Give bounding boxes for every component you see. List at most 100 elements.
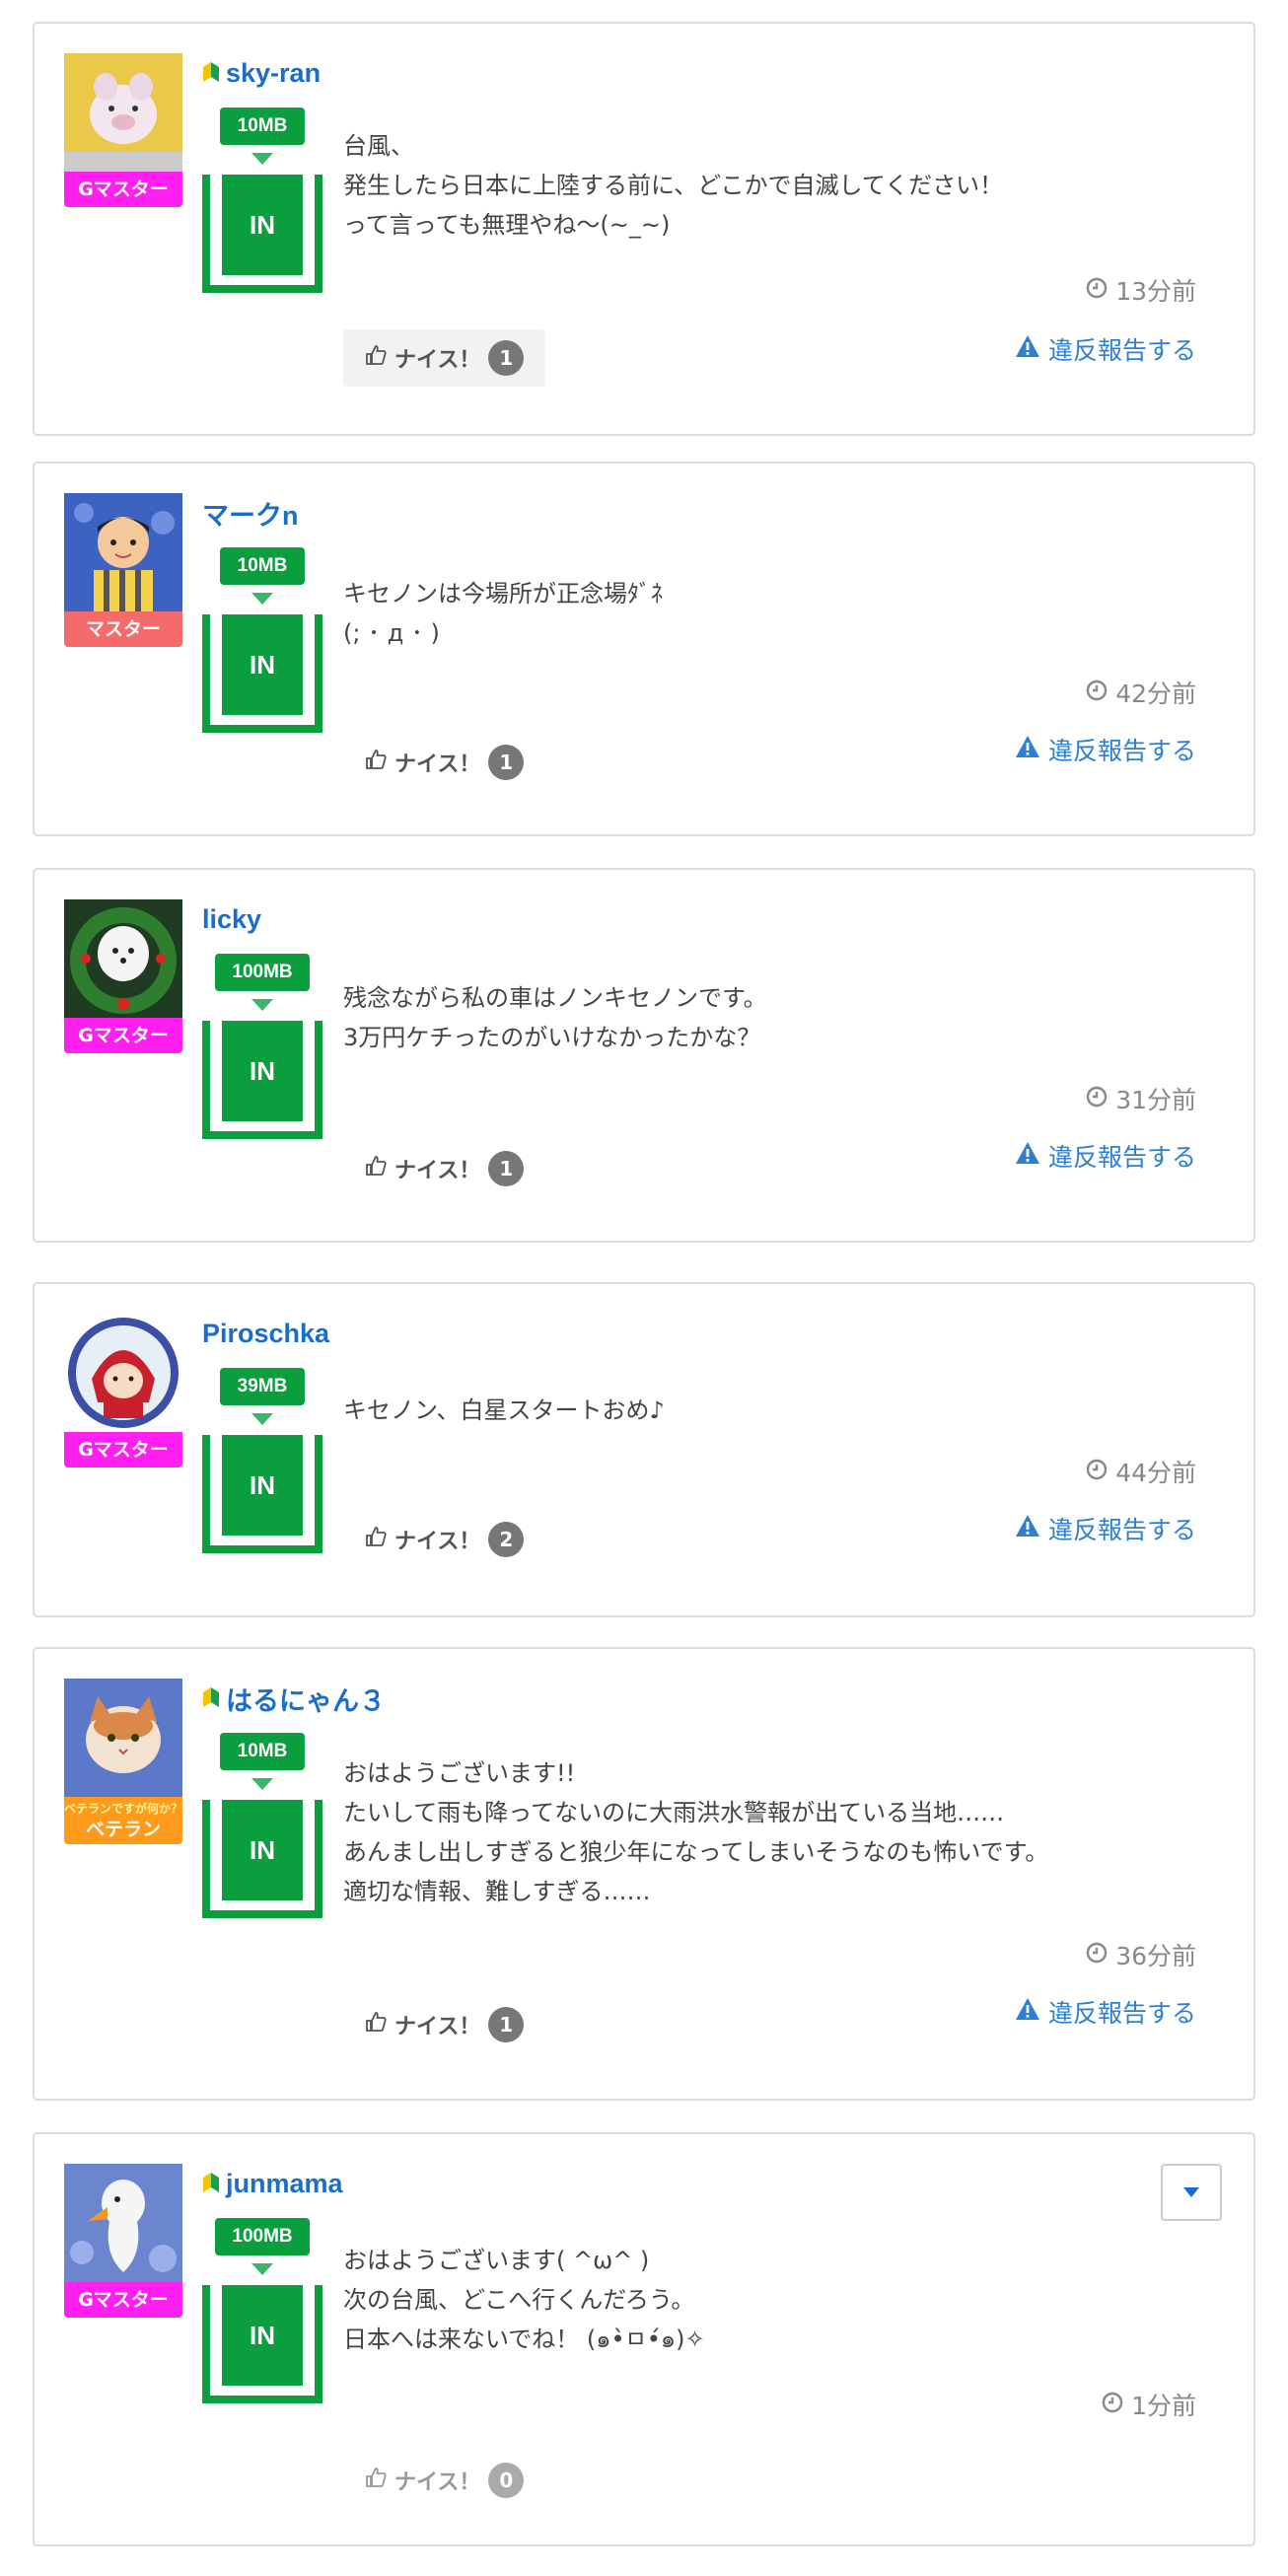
in-label: IN xyxy=(222,1021,303,1121)
meter-arrow-icon xyxy=(251,999,273,1011)
report-link[interactable]: 違反報告する xyxy=(1015,732,1196,767)
warning-icon xyxy=(1015,1514,1040,1543)
time-text: 44分前 xyxy=(1115,1459,1196,1487)
nice-button[interactable]: ナイス！ 1 xyxy=(343,734,545,791)
body-line: 発生したら日本に上陸する前に、どこかで自滅してください！ xyxy=(343,172,1004,199)
data-meter: 10MB IN xyxy=(202,547,322,733)
warning-icon xyxy=(1015,334,1040,364)
nice-button[interactable]: ナイス！ 1 xyxy=(343,1996,545,2053)
in-box: IN xyxy=(202,614,322,733)
avatar[interactable] xyxy=(64,899,182,1018)
mb-badge: 10MB xyxy=(220,1733,305,1770)
body-line: キセノンは今場所が正念場ﾀﾞﾈ xyxy=(343,580,663,608)
data-meter: 100MB IN xyxy=(202,954,322,1139)
avatar-block: Gマスター xyxy=(64,2164,182,2318)
avatar[interactable] xyxy=(64,2164,182,2282)
username: Piroschka xyxy=(202,1318,330,1348)
rank-badge: Gマスター xyxy=(64,2282,182,2318)
warning-icon xyxy=(1015,1997,1040,2027)
in-box: IN xyxy=(202,1021,322,1139)
timestamp: 44分前 xyxy=(1086,1454,1196,1489)
report-link[interactable]: 違反報告する xyxy=(1015,1138,1196,1174)
data-meter: 10MB IN xyxy=(202,1733,322,1918)
nice-label: ナイス！ xyxy=(394,2470,481,2495)
thumbs-up-icon xyxy=(365,2011,387,2039)
nice-button[interactable]: ナイス！ 2 xyxy=(343,1511,545,1568)
username-link[interactable]: licky xyxy=(202,899,261,939)
username: licky xyxy=(202,903,262,934)
avatar[interactable] xyxy=(64,493,182,611)
in-box: IN xyxy=(202,2285,322,2403)
nice-label: ナイス！ xyxy=(394,348,481,373)
post-card: マスター マークn 10MB IN キセノンは今場所が正念場ﾀﾞﾈ (; ･ д… xyxy=(33,462,1255,836)
rank-badge: ベテランですが何か？ ベテラン xyxy=(64,1797,182,1844)
report-label: 違反報告する xyxy=(1047,1516,1196,1544)
post-card: Gマスター Piroschka 39MB IN キセノン、白星スタートおめ♪ 4… xyxy=(33,1282,1255,1617)
post-card: ベテランですが何か？ ベテラン はるにゃん３ 10MB IN おはようございます… xyxy=(33,1647,1255,2101)
body-line: おはようございます( ^ω^ ) xyxy=(343,2247,650,2274)
in-box: IN xyxy=(202,1800,322,1918)
body-line: って言っても無理やね〜(~_~) xyxy=(343,211,671,239)
thumbs-up-icon xyxy=(365,1155,387,1182)
report-label: 違反報告する xyxy=(1047,336,1196,365)
username: junmama xyxy=(226,2168,343,2198)
nice-button[interactable]: ナイス！ 0 xyxy=(343,2452,545,2509)
caret-down-icon xyxy=(1182,2183,1200,2202)
nice-label: ナイス！ xyxy=(394,2015,481,2039)
username-link[interactable]: sky-ran xyxy=(202,53,321,93)
nice-button[interactable]: ナイス！ 1 xyxy=(343,329,546,387)
mb-badge: 100MB xyxy=(215,2218,310,2255)
username-link[interactable]: junmama xyxy=(202,2164,343,2203)
thumbs-up-icon xyxy=(365,1526,387,1553)
nice-count: 1 xyxy=(488,2007,525,2042)
thumbs-up-icon xyxy=(365,344,387,372)
rank-badge: Gマスター xyxy=(64,1432,182,1467)
username-link[interactable]: はるにゃん３ xyxy=(202,1679,386,1718)
body-line: 残念ながら私の車はノンキセノンです。 xyxy=(343,984,767,1012)
report-link[interactable]: 違反報告する xyxy=(1015,1511,1196,1546)
body-line: たいして雨も降ってないのに大雨洪水警報が出ている当地…… xyxy=(343,1799,1005,1826)
post-menu-dropdown[interactable] xyxy=(1161,2164,1222,2221)
report-label: 違反報告する xyxy=(1047,1143,1196,1172)
timestamp: 1分前 xyxy=(1102,2387,1196,2422)
body-line: おはようございます!! xyxy=(343,1759,576,1787)
avatar-block: ベテランですが何か？ ベテラン xyxy=(64,1679,182,1844)
nice-count: 0 xyxy=(488,2463,525,2498)
avatar[interactable] xyxy=(64,1679,182,1797)
avatar-block: Gマスター xyxy=(64,899,182,1053)
rank-badge: マスター xyxy=(64,611,182,647)
clock-icon xyxy=(1086,1085,1108,1113)
beginner-leaf-icon xyxy=(202,1685,220,1711)
rank-label: ベテラン xyxy=(85,1819,161,1840)
meter-arrow-icon xyxy=(251,1778,273,1790)
meter-arrow-icon xyxy=(251,2263,273,2275)
avatar[interactable] xyxy=(64,53,182,172)
body-line: 日本へは来ないでね！ (๑•̀ㅁ•́๑)✧ xyxy=(343,2326,705,2353)
nice-button[interactable]: ナイス！ 1 xyxy=(343,1140,545,1197)
username: sky-ran xyxy=(226,57,322,88)
meter-arrow-icon xyxy=(251,153,273,165)
meter-arrow-icon xyxy=(251,1413,273,1425)
username-link[interactable]: マークn xyxy=(202,493,299,533)
time-text: 42分前 xyxy=(1115,680,1196,708)
in-label: IN xyxy=(222,2285,303,2386)
clock-icon xyxy=(1102,2391,1123,2419)
in-box: IN xyxy=(202,1435,322,1553)
body-line: 適切な情報、難しすぎる…… xyxy=(343,1878,651,1905)
rank-badge: Gマスター xyxy=(64,172,182,207)
report-link[interactable]: 違反報告する xyxy=(1015,1994,1196,2030)
warning-icon xyxy=(1015,1141,1040,1171)
in-label: IN xyxy=(222,175,303,275)
post-body: おはようございます!! たいして雨も降ってないのに大雨洪水警報が出ている当地……… xyxy=(343,1753,1194,1911)
meter-arrow-icon xyxy=(251,593,273,605)
timestamp: 42分前 xyxy=(1086,675,1196,710)
timestamp: 36分前 xyxy=(1086,1937,1196,1972)
username-link[interactable]: Piroschka xyxy=(202,1314,329,1353)
report-link[interactable]: 違反報告する xyxy=(1015,331,1196,367)
nice-count: 1 xyxy=(488,1151,525,1186)
post-body: 残念ながら私の車はノンキセノンです。 3万円ケチったのがいけなかったかな？ xyxy=(343,978,1194,1057)
avatar[interactable] xyxy=(64,1314,182,1432)
in-label: IN xyxy=(222,1435,303,1536)
body-line: キセノン、白星スタートおめ♪ xyxy=(343,1396,665,1424)
time-text: 36分前 xyxy=(1115,1942,1196,1970)
